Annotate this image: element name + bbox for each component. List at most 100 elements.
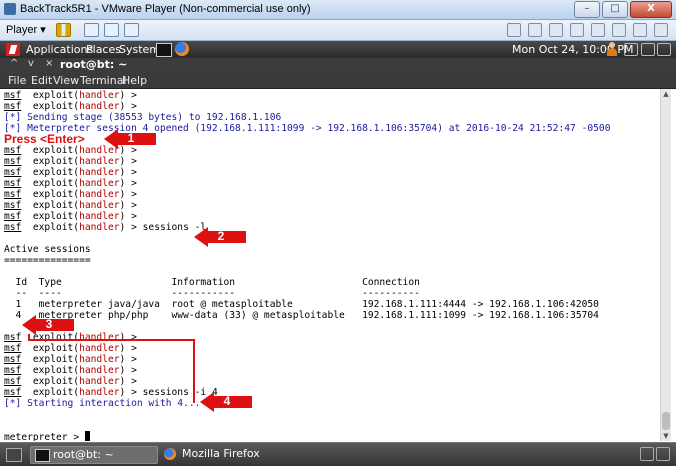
msf-prompt: msf [4, 167, 22, 178]
terminal-line: msf exploit(handler) > [4, 376, 137, 387]
terminal-line: msf exploit(handler) > [4, 200, 137, 211]
terminal-launcher-icon[interactable] [156, 43, 172, 57]
exploit-label: exploit( [21, 200, 80, 211]
command-text: > [125, 200, 137, 211]
terminal-line: msf exploit(handler) > [4, 211, 137, 222]
terminal-line: msf exploit(handler) > [4, 178, 137, 189]
module-name: handler [79, 376, 120, 387]
forward-arrow-icon[interactable] [507, 23, 521, 37]
taskbar-firefox[interactable]: Mozilla Firefox [160, 446, 300, 462]
command-text: > [125, 90, 137, 101]
vmware-toolbar: Player ▾ [0, 20, 676, 41]
connector-line-horizontal [28, 339, 194, 341]
floppy-icon[interactable] [633, 23, 647, 37]
terminal-menubar: File Edit View Terminal Help [0, 73, 676, 89]
module-name: handler [79, 167, 120, 178]
cd-drive-icon[interactable] [549, 23, 563, 37]
callout-4-number: 4 [223, 394, 231, 408]
msf-prompt: msf [4, 376, 22, 387]
network-icon[interactable] [528, 23, 542, 37]
terminal-scrollbar[interactable]: ▲ ▼ [660, 89, 671, 441]
terminal-output[interactable]: msf exploit(handler) > msf exploit(handle… [0, 89, 660, 441]
command-text: > [125, 354, 137, 365]
menu-terminal[interactable]: Terminal [80, 74, 127, 87]
scroll-thumb[interactable] [662, 412, 670, 430]
exploit-label: exploit( [21, 222, 80, 233]
module-name: handler [79, 101, 120, 112]
firefox-launcher-icon[interactable] [175, 42, 189, 56]
sound-icon[interactable] [570, 23, 584, 37]
callout-1-number: 1 [127, 131, 135, 145]
command-text: > [125, 365, 137, 376]
callout-2: 2 [194, 227, 246, 247]
show-desktop-icon[interactable] [6, 448, 22, 462]
scroll-up-icon[interactable]: ▲ [661, 89, 671, 99]
usb-icon[interactable] [591, 23, 605, 37]
volume-icon[interactable] [641, 43, 655, 56]
player-menu[interactable]: Player ▾ [6, 23, 46, 36]
menu-file[interactable]: File [8, 74, 26, 87]
exploit-label: exploit( [21, 387, 80, 398]
module-name: handler [79, 365, 120, 376]
power-icon[interactable] [624, 43, 638, 56]
module-name: handler [79, 332, 120, 343]
command-text: > [125, 211, 137, 222]
trash-icon[interactable] [656, 447, 670, 461]
pause-icon[interactable] [56, 23, 71, 37]
command-text: > [125, 167, 137, 178]
terminal-title-bar: ^ v × root@bt: ~ [0, 58, 676, 73]
terminal-line: [*] Sending stage (38553 bytes) to 192.1… [4, 112, 282, 123]
hdd-icon[interactable] [654, 23, 668, 37]
connector-line-vertical-right [193, 339, 195, 403]
terminal-menu-icon[interactable]: ^ [10, 58, 18, 69]
module-name: handler [79, 90, 120, 101]
close-button[interactable]: X [630, 1, 672, 18]
backtrack-logo-icon[interactable] [6, 43, 20, 56]
command-text: > [125, 101, 137, 112]
exploit-label: exploit( [21, 156, 80, 167]
msf-prompt: msf [4, 90, 22, 101]
scroll-down-icon[interactable]: ▼ [661, 431, 671, 441]
minimize-button[interactable]: – [574, 1, 600, 18]
terminal-line: Active sessions [4, 244, 91, 255]
terminal-line: msf exploit(handler) > sessions -i 4 [4, 387, 218, 398]
menu-edit[interactable]: Edit [31, 74, 52, 87]
msf-prompt: msf [4, 200, 22, 211]
maximize-button[interactable]: □ [602, 1, 628, 18]
msf-prompt: msf [4, 332, 22, 343]
menu-help[interactable]: Help [122, 74, 147, 87]
workspace-switcher-icon[interactable] [640, 447, 654, 461]
terminal-close-icon[interactable]: × [45, 58, 53, 69]
taskbar-terminal[interactable]: root@bt: ~ [30, 446, 158, 464]
send-ctrl-alt-del-icon[interactable] [84, 23, 99, 37]
terminal-line: [*] Meterpreter session 4 opened (192.16… [4, 123, 611, 134]
module-name: handler [79, 354, 120, 365]
terminal-line: [*] Starting interaction with 4... [4, 398, 201, 409]
mail-icon[interactable] [657, 43, 671, 56]
printer-icon[interactable] [612, 23, 626, 37]
menu-view[interactable]: View [53, 74, 79, 87]
applications-menu[interactable]: Applications [26, 43, 93, 56]
msf-prompt: msf [4, 101, 22, 112]
callout-3-number: 3 [45, 317, 53, 331]
user-icon[interactable] [607, 42, 617, 56]
places-menu[interactable]: Places [86, 43, 121, 56]
system-menu[interactable]: System [119, 43, 160, 56]
fullscreen-icon[interactable] [104, 23, 119, 37]
callout-2-number: 2 [217, 229, 225, 243]
terminal-minimize-icon[interactable]: v [28, 58, 34, 69]
msf-prompt: msf [4, 365, 22, 376]
exploit-label: exploit( [21, 189, 80, 200]
unity-icon[interactable] [124, 23, 139, 37]
terminal-line: msf exploit(handler) > [4, 189, 137, 200]
terminal-line: 4 meterpreter php/php www-data (33) @ me… [4, 310, 599, 321]
command-text: > [125, 332, 137, 343]
command-text: > [125, 156, 137, 167]
terminal-line: 1 meterpreter java/java root @ metasploi… [4, 299, 599, 310]
callout-3: 3 [22, 315, 74, 335]
msf-prompt: msf [4, 189, 22, 200]
callout-4: 4 [200, 392, 252, 412]
exploit-label: exploit( [21, 365, 80, 376]
window-title: BackTrack5R1 - VMware Player (Non-commer… [20, 3, 311, 15]
terminal-line: msf exploit(handler) > [4, 354, 137, 365]
